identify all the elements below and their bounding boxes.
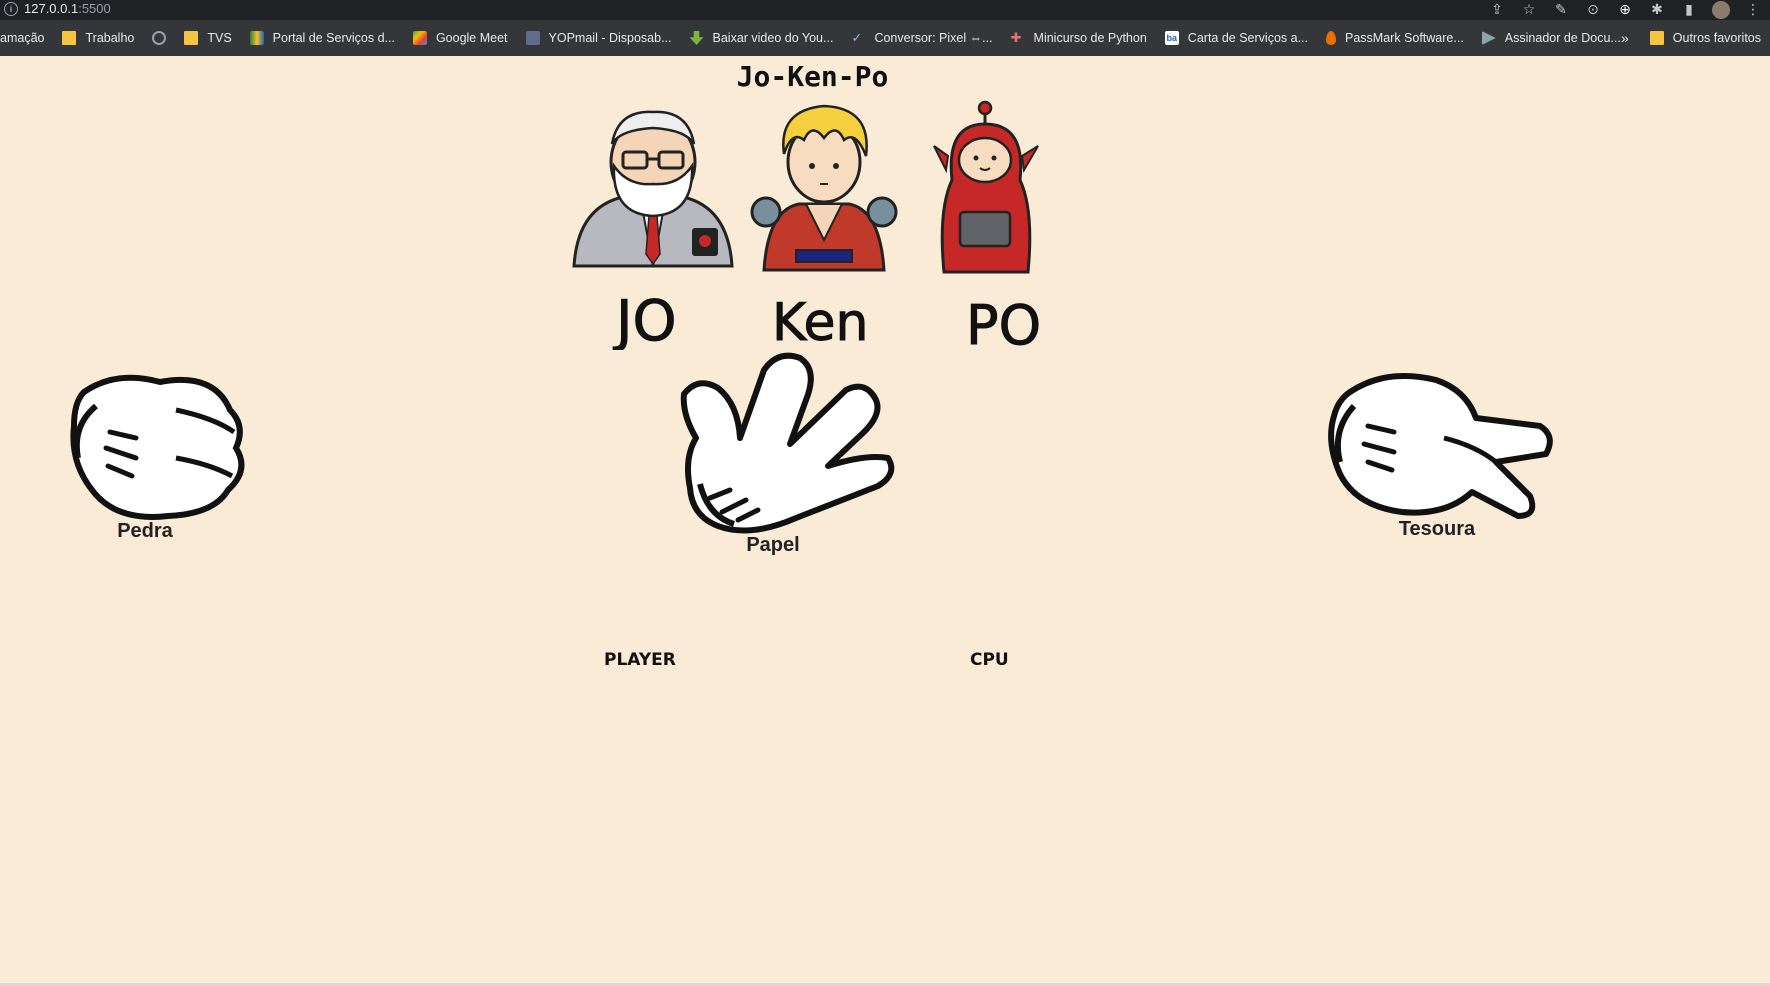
po-character-image — [933, 100, 1039, 274]
yopmail-icon — [525, 31, 540, 45]
browser-address-bar: i 127.0.0.1:5500 ⇪ ☆ ✎ ⊙ ⊕ ✱ ▮ ⋮ — [0, 0, 1770, 20]
more-bookmarks-icon[interactable]: » — [1609, 30, 1641, 46]
bookmark-passmark[interactable]: PassMark Software... — [1317, 24, 1473, 52]
rock-label: Pedra — [117, 520, 173, 542]
puzzle-icon[interactable]: ✱ — [1648, 1, 1666, 19]
bookmark-folder-trabalho[interactable]: Trabalho — [53, 24, 143, 52]
bookmark-conversor[interactable]: ✓ Conversor: Pixel ⇔... — [842, 24, 1001, 52]
po-label: PO — [966, 294, 1042, 355]
bookmark-minicurso-python[interactable]: ✚ Minicurso de Python — [1002, 24, 1156, 52]
ken-character-image — [750, 104, 898, 272]
scissors-hand-icon[interactable] — [1326, 366, 1558, 526]
paper-choice[interactable]: Papel — [678, 348, 898, 557]
signer-icon — [1481, 31, 1496, 45]
bookmark-carta-servicos[interactable]: ba Carta de Serviços a... — [1156, 24, 1317, 52]
folder-icon — [184, 31, 199, 45]
page-title: Jo-Ken-Po — [736, 60, 889, 93]
cpu-label: CPU — [970, 650, 1009, 670]
bookmark-baixar-video[interactable]: Baixar video do You... — [681, 24, 843, 52]
ba-icon: ba — [1164, 31, 1179, 45]
bookmark-item[interactable]: amação — [0, 24, 53, 52]
rock-choice[interactable]: Pedra — [64, 366, 256, 543]
share-icon[interactable]: ⇪ — [1488, 1, 1506, 19]
scissors-choice[interactable]: Tesoura — [1326, 366, 1558, 541]
add-circle-icon[interactable]: ⊕ — [1616, 1, 1634, 19]
star-icon[interactable]: ☆ — [1520, 1, 1538, 19]
extension-icon[interactable]: ⊙ — [1584, 1, 1602, 19]
folder-icon — [1649, 31, 1664, 45]
url-host: 127.0.0.1 — [24, 1, 79, 16]
svg-text:PO: PO — [966, 294, 1041, 354]
flame-icon — [1326, 31, 1336, 45]
scissors-label: Tesoura — [1398, 518, 1476, 540]
bookmark-globe[interactable] — [143, 24, 175, 52]
svg-text:JO: JO — [613, 289, 677, 350]
bookmarks-bar: amação Trabalho TVS Portal de Serviços d… — [0, 20, 1770, 56]
game-page: Jo-Ken-Po JO Ken PO Pedra Papel Tesoura … — [0, 56, 1770, 986]
jo-label: JO — [613, 289, 678, 351]
bookmark-yopmail[interactable]: YOPmail - Disposab... — [517, 24, 681, 52]
python-icon: ✚ — [1010, 30, 1022, 45]
url-field[interactable]: i 127.0.0.1:5500 — [4, 1, 111, 16]
info-icon[interactable]: i — [4, 2, 18, 16]
bookmark-google-meet[interactable]: Google Meet — [404, 24, 517, 52]
paper-label: Papel — [746, 534, 800, 556]
sidepanel-icon[interactable]: ▮ — [1680, 1, 1698, 19]
menu-icon[interactable]: ⋮ — [1744, 1, 1762, 19]
bookmark-folder-tvs[interactable]: TVS — [175, 24, 240, 52]
bookmark-assinador[interactable]: Assinador de Docu... — [1473, 24, 1630, 52]
pen-icon[interactable]: ✎ — [1552, 1, 1570, 19]
url-port: :5500 — [78, 1, 111, 16]
portal-icon — [249, 31, 264, 45]
player-label: PLAYER — [604, 650, 676, 670]
ken-label: Ken — [772, 293, 869, 351]
download-icon — [689, 31, 704, 45]
folder-icon — [62, 31, 77, 45]
jo-character-image — [572, 110, 734, 268]
paper-hand-icon[interactable] — [678, 348, 898, 538]
bookmark-portal[interactable]: Portal de Serviços d... — [241, 24, 404, 52]
globe-icon — [152, 31, 167, 45]
meet-icon — [412, 31, 427, 45]
check-icon: ✓ — [851, 30, 863, 45]
rock-hand-icon[interactable] — [64, 366, 256, 526]
svg-text:Ken: Ken — [772, 293, 868, 350]
avatar[interactable] — [1712, 1, 1730, 19]
bookmark-folder-outros-favoritos[interactable]: Outros favoritos — [1641, 24, 1770, 52]
